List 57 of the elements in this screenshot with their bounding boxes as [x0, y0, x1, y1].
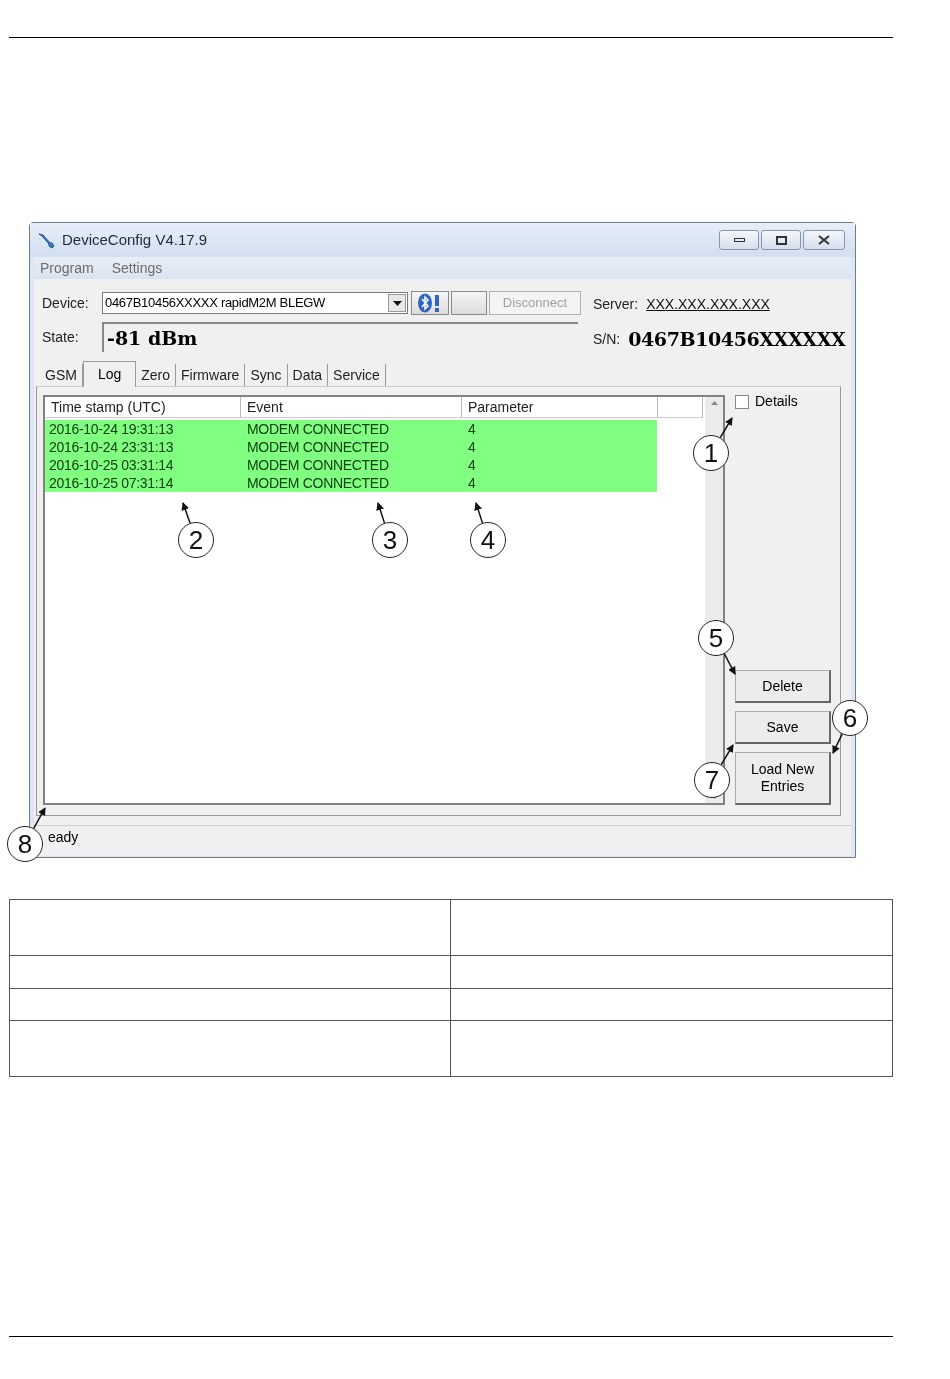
leader-line — [723, 653, 736, 675]
field-label: S/N: — [593, 329, 621, 349]
checkbox-label: Details — [755, 392, 798, 411]
leader-line — [719, 417, 733, 439]
table-cell-text: MODEM CONNECTED — [246, 419, 390, 439]
column-header[interactable]: Time stamp (UTC) — [45, 397, 241, 418]
close-button[interactable] — [803, 230, 845, 250]
table-row[interactable]: 2016-10-25 03:31:14 MODEM CONNECTED 4 — [45, 456, 657, 474]
table-row[interactable]: 2016-10-24 23:31:13 MODEM CONNECTED 4 — [45, 438, 657, 456]
column-header[interactable]: Parameter — [462, 397, 658, 418]
tab[interactable]: Log — [82, 361, 137, 387]
table-cell-text: 4 — [467, 419, 477, 439]
table-cell-text: 4 — [467, 437, 477, 457]
serial-number: 0467B10456XXXXXX — [628, 326, 846, 352]
leader-line — [376, 502, 386, 524]
table-row[interactable]: 2016-10-25 07:31:14 MODEM CONNECTED 4 — [45, 474, 657, 492]
table-cell-text: MODEM CONNECTED — [246, 473, 390, 493]
scroll-up-icon — [710, 401, 718, 405]
table-row[interactable]: 2016-10-24 19:31:13 MODEM CONNECTED 4 — [45, 420, 657, 438]
callout-number: 8 — [7, 826, 43, 862]
action-button[interactable]: Delete — [735, 670, 831, 703]
close-icon — [818, 235, 830, 245]
menu-item[interactable]: Program — [40, 257, 94, 279]
leader-line — [33, 807, 46, 829]
minimize-button[interactable] — [719, 230, 759, 250]
table-cell-text: 2016-10-24 19:31:13 — [48, 419, 175, 439]
status-text: eady — [48, 828, 79, 847]
leader-line — [474, 502, 484, 524]
action-button[interactable]: Save — [735, 711, 831, 744]
server-link[interactable]: XXX.XXX.XXX.XXX — [646, 293, 770, 315]
field-label: Server: — [593, 294, 639, 314]
dropdown-caret-icon — [392, 300, 402, 306]
device-dropdown[interactable]: 0467B10456XXXXX rapidM2M BLEGW — [102, 292, 408, 314]
window-title: DeviceConfig V4.17.9 — [62, 229, 208, 250]
field-label: State: — [42, 327, 80, 347]
table-cell-text: 2016-10-25 03:31:14 — [48, 455, 175, 475]
table-cell-text: 4 — [467, 473, 477, 493]
minimize-icon — [733, 238, 745, 242]
bluetooth-button[interactable] — [411, 291, 449, 315]
table-cell-text: 2016-10-24 23:31:13 — [48, 437, 175, 457]
leader-line — [720, 744, 734, 766]
details-checkbox[interactable] — [735, 394, 749, 409]
signal-value: -81 dBm — [107, 325, 198, 351]
blank-button[interactable] — [451, 291, 487, 315]
maximize-icon — [775, 235, 787, 245]
field-label: Device: — [42, 293, 90, 313]
column-header[interactable]: Event — [241, 397, 462, 418]
action-button[interactable]: Load New Entries — [735, 752, 831, 805]
table-cell-text: MODEM CONNECTED — [246, 455, 390, 475]
table-cell-text: 2016-10-25 07:31:14 — [48, 473, 175, 493]
menu-item[interactable]: Settings — [111, 257, 163, 279]
leader-line — [181, 502, 191, 524]
table-cell-text: MODEM CONNECTED — [246, 437, 390, 457]
leader-line — [832, 733, 843, 754]
table-cell-text: 4 — [467, 455, 477, 475]
maximize-button[interactable] — [761, 230, 801, 250]
callout-number: 6 — [832, 700, 868, 736]
